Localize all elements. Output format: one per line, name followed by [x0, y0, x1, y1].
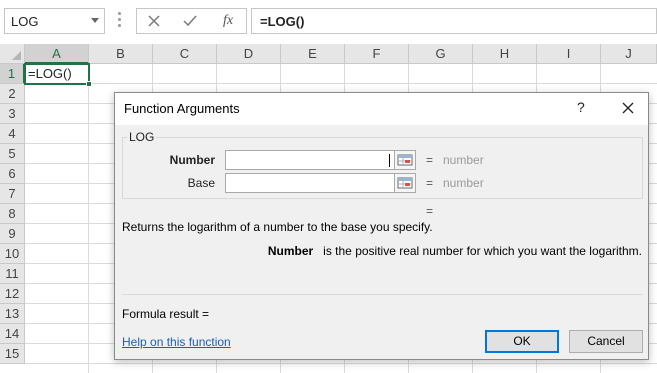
arg-result-base: number	[443, 176, 484, 190]
enter-formula-button[interactable]	[179, 12, 201, 30]
arg-row-base: Base = number	[115, 173, 648, 195]
collapse-range-icon	[397, 154, 413, 166]
function-name-label: LOG	[127, 130, 157, 144]
row-header-15[interactable]: 15	[0, 344, 25, 364]
column-header-a[interactable]: A	[25, 44, 89, 64]
arg-row-number: Number = number	[115, 150, 648, 172]
row-header-1[interactable]: 1	[0, 64, 25, 84]
arg-label-number: Number	[169, 153, 215, 167]
insert-function-button[interactable]: fx	[217, 12, 239, 30]
column-header-j[interactable]: J	[601, 44, 657, 64]
row-header-8[interactable]: 8	[0, 204, 25, 224]
cancel-button[interactable]: Cancel	[569, 330, 643, 353]
active-cell-a1[interactable]: =LOG()	[24, 63, 92, 87]
row-header-13[interactable]: 13	[0, 304, 25, 324]
formula-bar: LOG fx =LOG()	[0, 0, 657, 42]
formula-text: =LOG()	[260, 14, 305, 29]
checkmark-icon	[183, 15, 197, 27]
row-header-6[interactable]: 6	[0, 164, 25, 184]
row-header-3[interactable]: 3	[0, 104, 25, 124]
base-input[interactable]	[225, 173, 395, 193]
help-button[interactable]: ?	[577, 99, 585, 115]
argument-description-text: is the positive real number for which yo…	[323, 244, 642, 258]
select-all-corner[interactable]	[0, 44, 25, 64]
formula-buttons: fx	[136, 8, 247, 34]
close-icon	[622, 102, 634, 114]
close-x-icon	[148, 15, 160, 27]
number-input[interactable]	[225, 150, 395, 170]
column-header-g[interactable]: G	[409, 44, 473, 64]
column-header-h[interactable]: H	[473, 44, 537, 64]
cancel-formula-button[interactable]	[143, 12, 165, 30]
row-header-14[interactable]: 14	[0, 324, 25, 344]
function-description: Returns the logarithm of a number to the…	[122, 220, 433, 234]
active-cell-value: =LOG()	[28, 66, 72, 81]
column-header-d[interactable]: D	[217, 44, 281, 64]
dialog-title: Function Arguments	[124, 101, 240, 116]
drag-handle-icon[interactable]	[118, 12, 121, 28]
collapse-range-icon	[397, 177, 413, 189]
dialog-title-bar[interactable]: Function Arguments ?	[115, 93, 648, 125]
chevron-down-icon[interactable]	[91, 18, 99, 23]
row-header-5[interactable]: 5	[0, 144, 25, 164]
row-header-4[interactable]: 4	[0, 124, 25, 144]
number-range-selector-button[interactable]	[394, 150, 416, 170]
name-box-value: LOG	[11, 14, 39, 29]
fx-icon: fx	[222, 13, 234, 28]
close-button[interactable]	[617, 97, 639, 119]
base-range-selector-button[interactable]	[394, 173, 416, 193]
column-header-e[interactable]: E	[281, 44, 345, 64]
column-header-f[interactable]: F	[345, 44, 409, 64]
formula-input[interactable]: =LOG()	[251, 8, 657, 34]
column-header-b[interactable]: B	[89, 44, 153, 64]
ok-button[interactable]: OK	[485, 330, 559, 353]
function-arguments-dialog: Function Arguments ? LOG Number = number…	[114, 92, 649, 360]
row-header-12[interactable]: 12	[0, 284, 25, 304]
function-result-equals: =	[426, 204, 434, 218]
row-header-11[interactable]: 11	[0, 264, 25, 284]
argument-description: Number is the positive real number for wh…	[268, 244, 642, 258]
fill-handle[interactable]	[86, 81, 92, 87]
formula-result: Formula result =	[122, 307, 210, 321]
dialog-divider	[122, 294, 643, 295]
row-header-10[interactable]: 10	[0, 244, 25, 264]
row-header-2[interactable]: 2	[0, 84, 25, 104]
row-header-9[interactable]: 9	[0, 224, 25, 244]
arg-equals-base: =	[426, 176, 434, 190]
arg-equals-number: =	[426, 153, 434, 167]
row-header-7[interactable]: 7	[0, 184, 25, 204]
arg-result-number: number	[443, 153, 484, 167]
arg-label-base: Base	[187, 176, 215, 190]
column-header-i[interactable]: I	[537, 44, 601, 64]
name-box[interactable]: LOG	[4, 8, 105, 34]
text-caret	[389, 154, 390, 167]
argument-description-name: Number	[267, 244, 314, 258]
help-on-function-link[interactable]: Help on this function	[122, 335, 231, 349]
column-header-c[interactable]: C	[153, 44, 217, 64]
